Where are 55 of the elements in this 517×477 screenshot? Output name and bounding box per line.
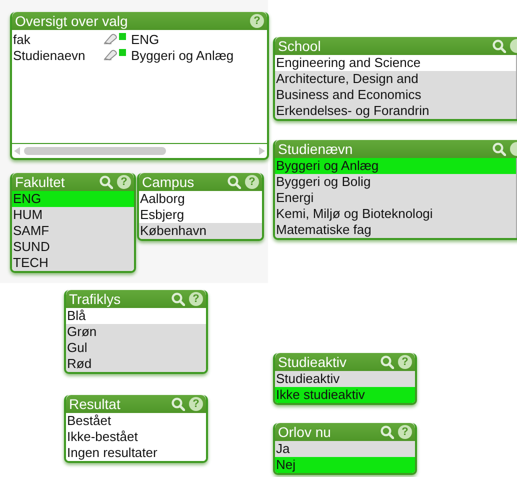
list-item[interactable]: Erkendelses- og Forandrin xyxy=(275,103,516,119)
panel-title: Studienævn xyxy=(278,141,354,157)
list-item[interactable]: Matematiske fag xyxy=(275,222,516,238)
scroll-right-icon[interactable] xyxy=(259,147,265,155)
list-item[interactable]: Business and Economics xyxy=(275,87,516,103)
search-icon[interactable] xyxy=(171,397,185,411)
search-icon[interactable] xyxy=(492,39,506,53)
selection-marker xyxy=(119,48,126,56)
list-item[interactable]: SAMF xyxy=(12,223,134,239)
search-icon[interactable] xyxy=(380,355,394,369)
selection-marker xyxy=(119,32,126,40)
list-item[interactable]: Ikke-bestået xyxy=(66,429,206,445)
list-item[interactable]: HUM xyxy=(12,207,134,223)
list-item[interactable]: Esbjerg xyxy=(139,207,262,223)
selected-value: ENG xyxy=(131,32,160,46)
search-icon[interactable] xyxy=(492,142,506,156)
list-item[interactable]: Blå xyxy=(66,308,206,324)
panel-title: Campus xyxy=(142,174,196,190)
field-name: fak xyxy=(13,32,32,46)
list-item[interactable]: Ingen resultater xyxy=(66,445,206,461)
list-item[interactable]: Gul xyxy=(66,340,206,356)
panel-title: Orlov nu xyxy=(278,424,332,440)
panel-title: Trafiklys xyxy=(69,291,122,307)
panel-title: Resultat xyxy=(69,396,122,412)
list-item[interactable]: Studieaktiv xyxy=(275,371,415,387)
panel-title: Oversigt over valg xyxy=(15,13,129,29)
scroll-left-icon[interactable] xyxy=(14,147,20,155)
search-icon[interactable] xyxy=(171,292,185,306)
selected-value: Byggeri og Anlæg xyxy=(131,48,234,62)
list-item[interactable]: Aalborg xyxy=(139,191,262,207)
list-item[interactable]: Ja xyxy=(275,441,415,457)
list-item[interactable]: ENG xyxy=(12,191,134,207)
list-item[interactable]: Bestået xyxy=(66,413,206,429)
list-item[interactable]: Nej xyxy=(275,457,415,473)
list-item[interactable]: Byggeri og Bolig xyxy=(275,174,516,190)
panel-title: Studieaktiv xyxy=(278,354,348,370)
eraser-icon[interactable] xyxy=(103,33,118,45)
search-icon[interactable] xyxy=(227,175,241,189)
list-item[interactable]: Byggeri og Anlæg xyxy=(275,158,516,174)
panel-title: Fakultet xyxy=(15,174,66,190)
horizontal-scrollbar[interactable] xyxy=(12,143,267,158)
list-item[interactable]: Architecture, Design and xyxy=(275,71,516,87)
search-icon[interactable] xyxy=(99,175,113,189)
list-item[interactable]: Energi xyxy=(275,190,516,206)
search-icon[interactable] xyxy=(380,425,394,439)
eraser-icon[interactable] xyxy=(103,49,118,61)
list-item[interactable]: Kemi, Miljø og Bioteknologi xyxy=(275,206,516,222)
list-item[interactable]: Grøn xyxy=(66,324,206,340)
list-item[interactable]: København xyxy=(139,223,262,239)
list-item[interactable]: Ikke studieaktiv xyxy=(275,387,415,403)
list-item[interactable]: SUND xyxy=(12,239,134,255)
list-item[interactable]: TECH xyxy=(12,255,134,271)
field-name: Studienaevn xyxy=(13,48,86,62)
panel-title: School xyxy=(278,38,322,54)
list-item[interactable]: Rød xyxy=(66,356,206,372)
